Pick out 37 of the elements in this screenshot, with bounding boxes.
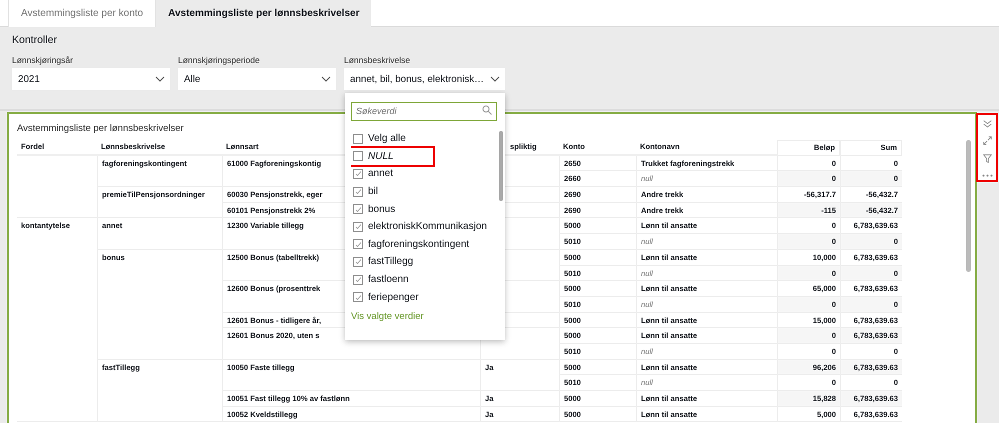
expand-icon[interactable]: [982, 136, 992, 146]
scrollbar[interactable]: [499, 131, 503, 201]
option-label[interactable]: annet: [368, 168, 394, 180]
select-field[interactable]: 2021: [12, 68, 170, 90]
tab[interactable]: Avstemmingsliste per lønnsbeskrivelser: [155, 0, 372, 27]
option-label[interactable]: Velg alle: [368, 133, 406, 144]
option-label[interactable]: bonus: [368, 204, 396, 215]
option-label[interactable]: fagforeningskontingent: [368, 238, 470, 250]
checkbox[interactable]: [353, 292, 363, 302]
section-title: Kontroller: [12, 33, 58, 48]
chevron-down-icon: [490, 76, 500, 82]
search-field[interactable]: Søkeverdi: [351, 102, 497, 120]
checkbox[interactable]: [353, 151, 363, 162]
field-label: Lønnskjøringsår: [12, 55, 74, 65]
filter-icon[interactable]: [982, 154, 992, 163]
checkbox[interactable]: [353, 186, 363, 197]
checkbox[interactable]: [353, 222, 363, 232]
chevron-down-icon: [155, 76, 165, 82]
tab[interactable]: Avstemmingsliste per konto: [8, 0, 156, 27]
checkbox[interactable]: [353, 274, 363, 285]
option-label[interactable]: bil: [368, 186, 378, 198]
checkbox[interactable]: [353, 204, 363, 214]
search-icon: [482, 105, 492, 115]
checkbox[interactable]: [353, 239, 363, 250]
checkbox[interactable]: [353, 168, 363, 179]
panel-title: Avstemmingsliste per lønnsbeskrivelser: [17, 123, 184, 134]
option-label[interactable]: fastTillegg: [368, 256, 414, 268]
field-label: Lønnsbeskrivelse: [344, 55, 412, 65]
checkbox[interactable]: [353, 134, 363, 144]
scrollbar[interactable]: [966, 140, 971, 272]
checkbox[interactable]: [353, 256, 363, 267]
option-label[interactable]: feriepenger: [368, 292, 419, 303]
double-chevron-icon[interactable]: [982, 119, 992, 128]
field-label: Lønnskjøringsperiode: [178, 55, 261, 65]
select-field[interactable]: Alle: [178, 68, 336, 90]
chevron-down-icon: [321, 76, 331, 82]
select-field[interactable]: annet, bil, bonus, elektronisk…: [344, 68, 505, 90]
